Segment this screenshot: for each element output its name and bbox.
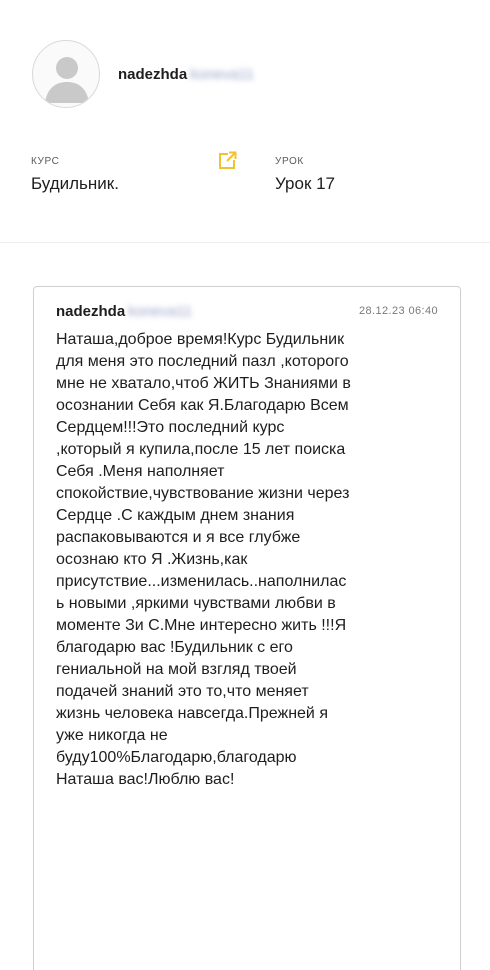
comment-detail-page: nadezhda koneva11 КУРС Будильник. УРОК У…: [0, 0, 490, 970]
comment-author-first: nadezhda: [56, 303, 126, 320]
profile-header: nadezhda koneva11: [32, 38, 254, 110]
section-divider: [0, 242, 490, 243]
profile-name: nadezhda koneva11: [118, 66, 254, 83]
course-label: КУРС: [31, 156, 60, 167]
comment-date: 28.12.23 06:40: [358, 305, 438, 317]
comment-author-last-blurred: koneva11: [128, 303, 193, 320]
profile-last-name-blurred: koneva11: [190, 65, 255, 83]
comment-card: nadezhda koneva11 28.12.23 06:40 Наташа,…: [33, 286, 461, 970]
lesson-label: УРОК: [275, 156, 304, 167]
lesson-value: Урок 17: [275, 174, 336, 193]
profile-first-name: nadezhda: [118, 65, 188, 83]
comment-author: nadezhda koneva11: [56, 303, 192, 320]
comment-text: Наташа,доброе время!Курс Будильник для м…: [56, 331, 351, 788]
avatar: [32, 40, 100, 108]
external-link-icon[interactable]: [216, 150, 238, 172]
course-value: Будильник.: [31, 174, 119, 193]
user-avatar-icon: [45, 57, 89, 103]
